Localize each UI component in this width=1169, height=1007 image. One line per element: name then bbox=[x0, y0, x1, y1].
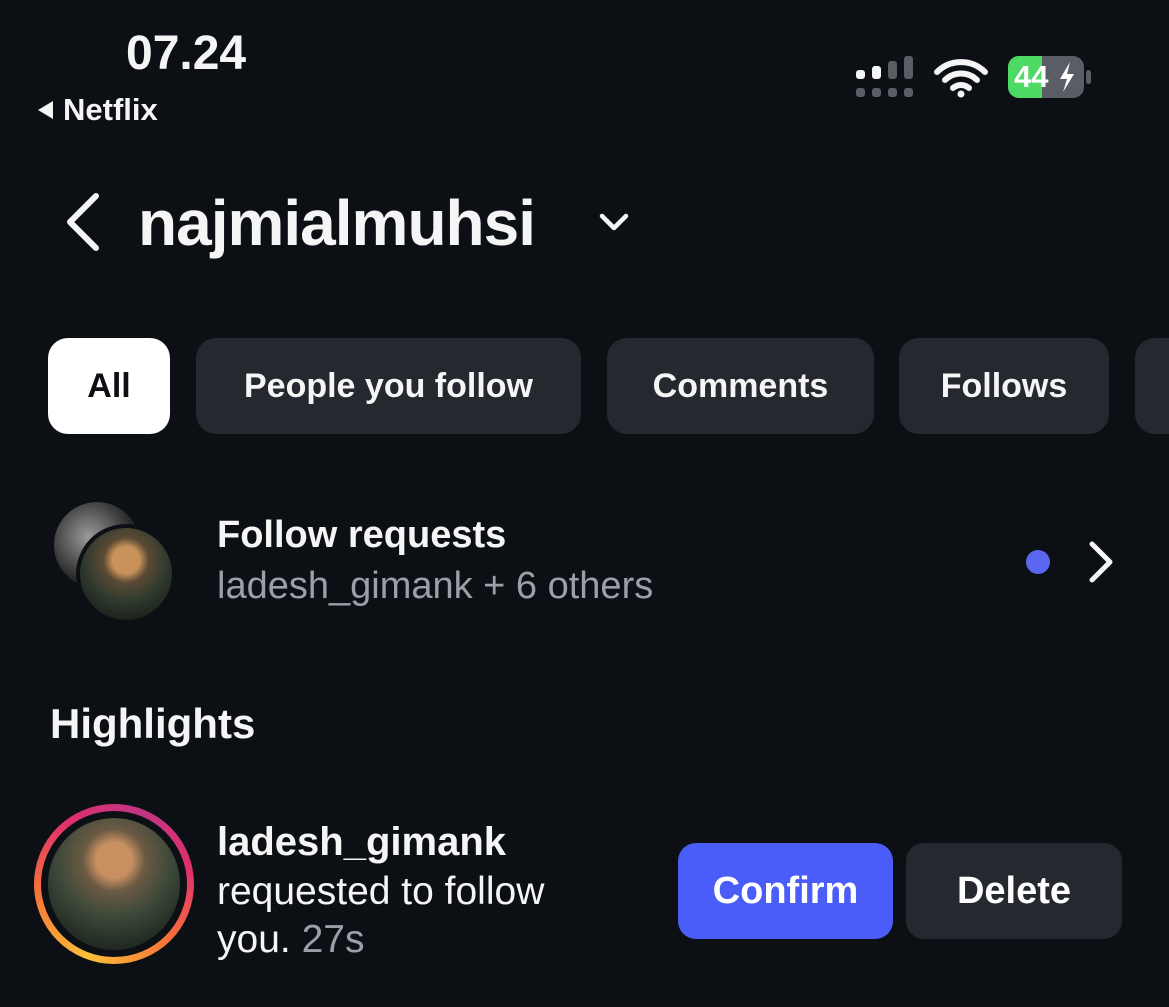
back-triangle-icon bbox=[38, 101, 53, 119]
cellular-signal-icon bbox=[856, 56, 913, 97]
story-avatar[interactable] bbox=[34, 804, 194, 964]
battery-level: 44 bbox=[1014, 59, 1049, 94]
highlight-text: requested to follow bbox=[217, 870, 545, 913]
section-heading-highlights: Highlights bbox=[50, 700, 256, 747]
highlight-text-continued: you. 27s bbox=[217, 918, 364, 962]
tab-follows[interactable]: Follows bbox=[899, 338, 1109, 434]
delete-button[interactable]: Delete bbox=[906, 843, 1122, 939]
page-title[interactable]: najmialmuhsi bbox=[138, 186, 536, 260]
tab-comments[interactable]: Comments bbox=[607, 338, 874, 434]
avatar bbox=[76, 524, 176, 624]
unread-dot bbox=[1026, 550, 1050, 574]
follow-requests-row[interactable] bbox=[40, 490, 1130, 630]
tab-people-you-follow[interactable]: People you follow bbox=[196, 338, 581, 434]
follow-requests-title: Follow requests bbox=[217, 514, 507, 556]
chevron-down-icon[interactable] bbox=[598, 210, 630, 234]
back-app-label: Netflix bbox=[63, 92, 158, 127]
status-time: 07.24 bbox=[126, 27, 247, 80]
confirm-button[interactable]: Confirm bbox=[678, 843, 893, 939]
highlight-text-end: you. bbox=[217, 918, 291, 961]
back-chevron-icon[interactable] bbox=[62, 192, 104, 252]
tab-next-partial[interactable] bbox=[1135, 338, 1169, 434]
tab-all[interactable]: All bbox=[48, 338, 170, 434]
back-to-app-link[interactable]: Netflix bbox=[38, 92, 158, 128]
battery-icon: 44 bbox=[1008, 56, 1092, 98]
follow-requests-subtitle: ladesh_gimank + 6 others bbox=[217, 565, 654, 607]
wifi-icon bbox=[934, 59, 988, 98]
highlight-timestamp: 27s bbox=[301, 918, 365, 961]
highlight-username[interactable]: ladesh_gimank bbox=[217, 820, 506, 865]
chevron-right-icon[interactable] bbox=[1086, 540, 1114, 584]
